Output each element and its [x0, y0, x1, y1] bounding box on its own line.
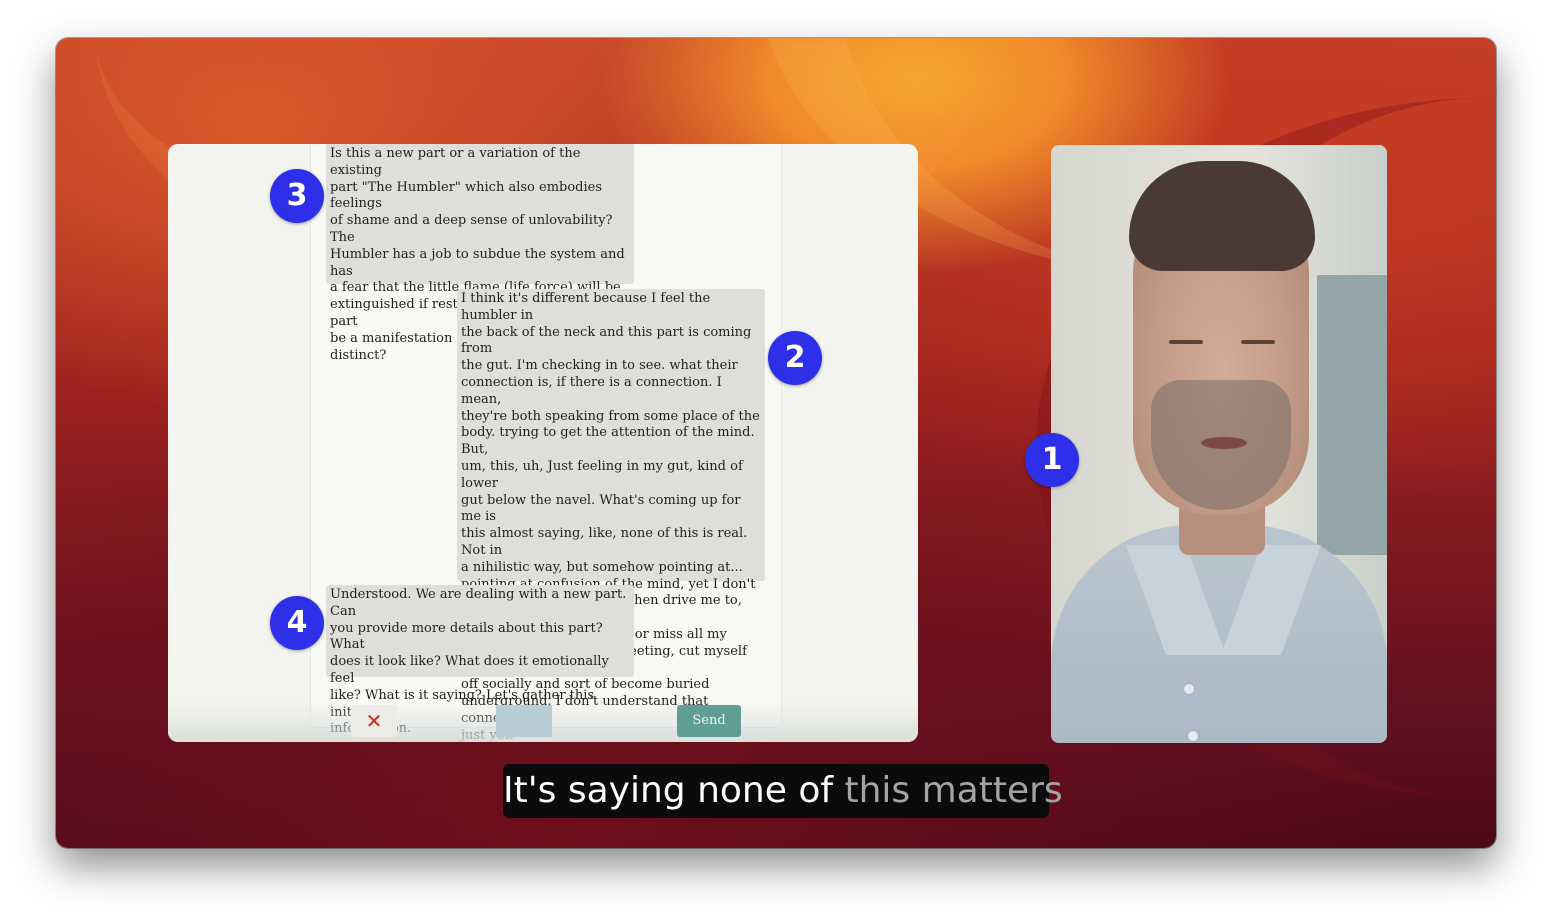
microphone-button[interactable]	[496, 705, 552, 737]
chat-panel: Is this a new part or a variation of the…	[168, 144, 918, 742]
video-person-eye	[1241, 340, 1275, 344]
video-person-hair	[1129, 161, 1315, 271]
send-button[interactable]: Send	[677, 705, 741, 737]
caption-pending-text: this matters	[844, 770, 1063, 811]
badge-2: 2	[768, 331, 822, 385]
app-window: Is this a new part or a variation of the…	[56, 38, 1496, 848]
badge-4: 4	[270, 596, 324, 650]
shirt-button	[1183, 683, 1195, 695]
video-feed	[1051, 145, 1387, 743]
video-background-door	[1317, 275, 1387, 555]
live-caption: It's saying none of this matters	[503, 764, 1063, 818]
user-message: I think it's different because I feel th…	[457, 289, 765, 742]
caption-spoken-text: It's saying none of	[503, 770, 845, 811]
video-person-torso	[1051, 525, 1387, 743]
shirt-button	[1187, 730, 1199, 742]
badge-1: 1	[1025, 433, 1079, 487]
video-person-mouth	[1201, 437, 1247, 449]
cancel-button[interactable]: ✕	[351, 705, 397, 737]
assistant-message: Understood. We are dealing with a new pa…	[326, 585, 634, 736]
video-person-eye	[1169, 340, 1203, 344]
badge-3: 3	[270, 169, 324, 223]
assistant-message: Is this a new part or a variation of the…	[326, 144, 634, 363]
